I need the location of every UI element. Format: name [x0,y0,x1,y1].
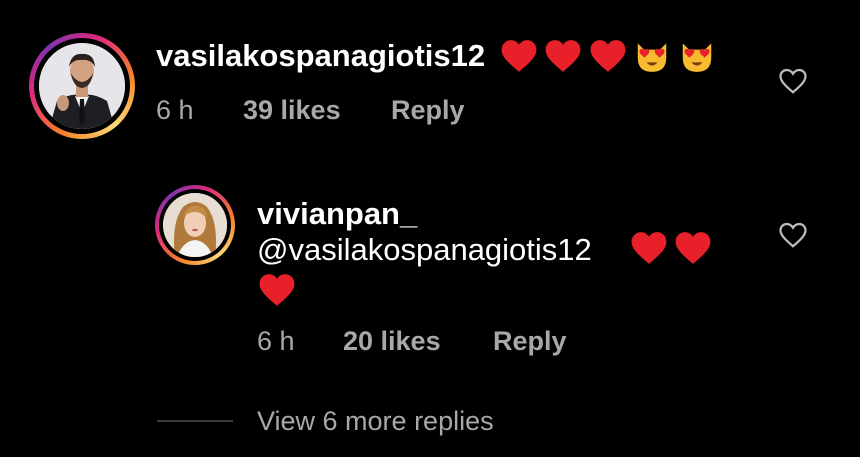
red-heart-icon [631,232,667,264]
view-replies-divider [157,420,233,422]
avatar-photo-woman [163,193,227,257]
red-heart-icon [590,40,626,72]
reply-emojis-line2 [258,272,296,312]
heart-eyes-cat-icon [638,43,667,72]
reply-like-heart-icon[interactable] [778,221,808,249]
comment-likes-count[interactable]: 39 likes [243,95,341,126]
reply-timestamp: 6 h [257,326,295,356]
avatar-photo-man-in-suit [39,43,125,129]
view-more-replies-button[interactable]: View 6 more replies [257,406,494,437]
red-heart-icon [546,40,581,72]
reply-username[interactable]: vivianpan_ [257,196,417,232]
reply-mention-link[interactable]: @vasilakospanagiotis12 [257,232,592,268]
comment-like-heart-icon[interactable] [778,67,808,95]
reply-likes-count[interactable]: 20 likes [343,326,441,357]
comment-emojis [500,38,716,78]
red-heart-icon [676,232,711,264]
comments-screen: vasilakospanagiotis12 6 h 39 likes Reply [0,0,860,457]
comment-reply-button[interactable]: Reply [391,95,465,126]
comment-avatar[interactable] [29,33,135,139]
red-heart-icon [259,274,295,306]
reply-emojis-line1 [630,230,712,270]
reply-reply-button[interactable]: Reply [493,326,567,357]
reply-avatar[interactable] [155,185,235,265]
red-heart-icon [501,40,537,72]
comment-username[interactable]: vasilakospanagiotis12 [156,38,485,74]
comment-timestamp: 6 h [156,95,194,125]
heart-eyes-cat-icon [682,43,712,72]
